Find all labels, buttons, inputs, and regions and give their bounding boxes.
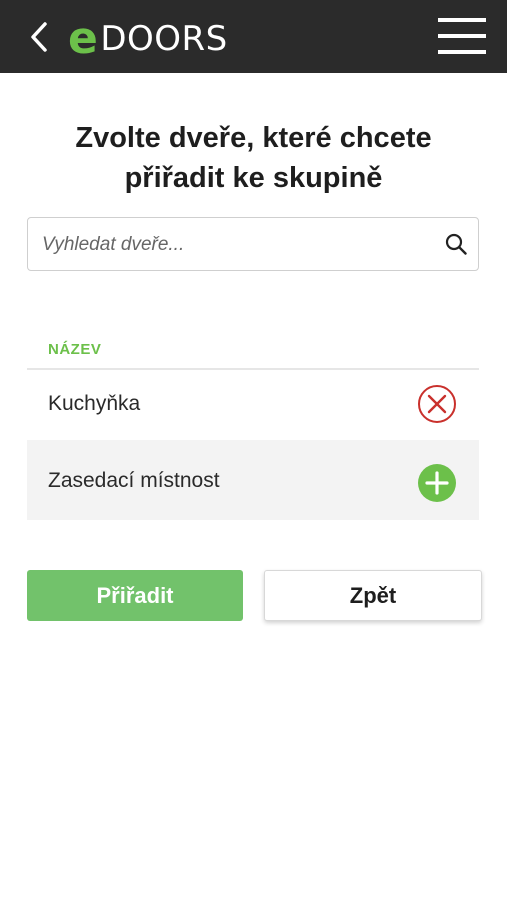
chevron-left-icon [31, 22, 47, 52]
remove-door-button[interactable] [417, 384, 457, 424]
hamburger-menu-icon [438, 18, 486, 22]
menu-button[interactable] [436, 16, 488, 56]
page-title: Zvolte dveře, které chcete přiřadit ke s… [40, 118, 467, 198]
add-circle-icon [418, 464, 456, 502]
page-title-line-1: Zvolte dveře, které chcete [75, 122, 432, 154]
remove-circle-icon [418, 385, 456, 423]
list-item: Zasedací místnost [27, 440, 479, 520]
logo-letter-e: e [68, 13, 99, 64]
search-box [27, 217, 479, 272]
hamburger-line [438, 50, 486, 54]
list-item: Kuchyňka [27, 370, 479, 438]
list-item-label: Kuchyňka [48, 392, 141, 415]
assign-button[interactable]: Přiřadit [27, 570, 243, 621]
back-text-button[interactable]: Zpět [264, 570, 482, 621]
page-title-line-2: přiřadit ke skupině [124, 162, 383, 194]
column-header-name: NÁZEV [48, 341, 102, 358]
list-item-label: Zasedací místnost [48, 469, 220, 492]
hamburger-line [438, 34, 486, 38]
search-icon[interactable] [444, 232, 468, 256]
edoors-logo: e DOORS [68, 13, 228, 64]
add-door-button[interactable] [417, 463, 457, 503]
search-input[interactable] [40, 218, 434, 272]
logo-wordmark: DOORS [100, 19, 228, 59]
back-button[interactable] [22, 18, 56, 56]
top-app-bar: e DOORS [0, 0, 507, 73]
